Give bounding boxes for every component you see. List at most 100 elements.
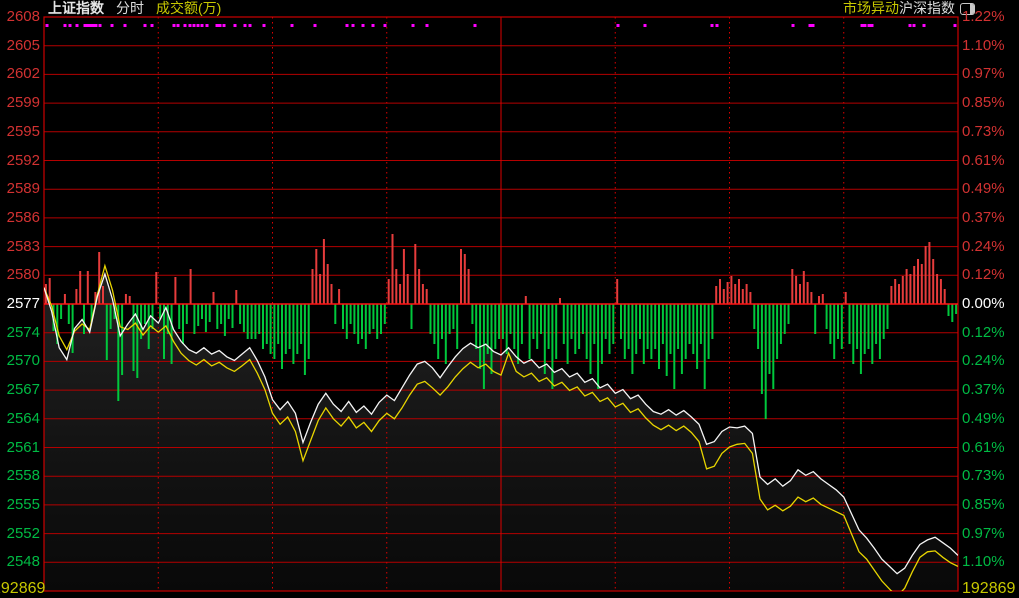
market-event-dot[interactable] <box>871 24 874 27</box>
volume-bar-down <box>643 304 645 364</box>
market-event-dot[interactable] <box>372 24 375 27</box>
market-event-dot[interactable] <box>189 24 192 27</box>
market-event-dot[interactable] <box>314 24 317 27</box>
volume-bar-up <box>921 264 923 304</box>
market-event-dot[interactable] <box>711 24 714 27</box>
market-event-dot[interactable] <box>291 24 294 27</box>
market-event-dot[interactable] <box>244 24 247 27</box>
market-event-dot[interactable] <box>913 24 916 27</box>
volume-bar-down <box>216 304 218 329</box>
market-event-dot[interactable] <box>716 24 719 27</box>
volume-bar-up <box>331 284 333 304</box>
volume-bar-down <box>551 304 553 389</box>
market-event-dot[interactable] <box>173 24 176 27</box>
volume-bar-down <box>555 304 557 359</box>
market-event-dot[interactable] <box>184 24 187 27</box>
market-event-dot[interactable] <box>95 24 98 27</box>
market-event-dot[interactable] <box>223 24 226 27</box>
volume-bar-up <box>902 276 904 304</box>
volume-bar-up <box>795 276 797 304</box>
volume-bar-down <box>883 304 885 339</box>
volume-bar-up <box>525 296 527 304</box>
market-event-dot[interactable] <box>868 24 871 27</box>
volume-bar-down <box>841 304 843 349</box>
volume-bar-up <box>190 269 192 304</box>
market-event-dot[interactable] <box>923 24 926 27</box>
volume-bar-up <box>315 249 317 304</box>
market-event-dot[interactable] <box>84 24 87 27</box>
volume-bar-down <box>60 304 62 319</box>
market-event-dot[interactable] <box>617 24 620 27</box>
volume-bar-down <box>860 304 862 374</box>
price-tick-2580: 2580 <box>0 267 40 283</box>
market-event-dot[interactable] <box>111 24 114 27</box>
volume-bar-up <box>932 259 934 304</box>
volume-bar-down <box>308 304 310 359</box>
volume-bar-down <box>506 304 508 354</box>
percent-tick-0.12%: 0.12% <box>962 325 1018 341</box>
market-event-dot[interactable] <box>861 24 864 27</box>
market-event-dot[interactable] <box>219 24 222 27</box>
market-event-dot[interactable] <box>144 24 147 27</box>
market-event-dot[interactable] <box>87 24 90 27</box>
volume-bar-down <box>83 304 85 334</box>
market-event-dot[interactable] <box>69 24 72 27</box>
percent-tick-1.10%: 1.10% <box>962 38 1018 54</box>
volume-bar-up <box>909 274 911 304</box>
price-tick-2558: 2558 <box>0 468 40 484</box>
volume-bar-down <box>635 304 637 354</box>
volume-bar-down <box>68 304 70 324</box>
volume-bar-up <box>719 279 721 304</box>
percent-tick-0.97%: 0.97% <box>962 526 1018 542</box>
market-event-dot[interactable] <box>263 24 266 27</box>
market-event-dot[interactable] <box>809 24 812 27</box>
volume-bar-down <box>772 304 774 389</box>
market-event-dot[interactable] <box>812 24 815 27</box>
market-event-dot[interactable] <box>864 24 867 27</box>
market-event-dot[interactable] <box>346 24 349 27</box>
market-event-dot[interactable] <box>201 24 204 27</box>
market-event-dot[interactable] <box>909 24 912 27</box>
market-event-dot[interactable] <box>46 24 49 27</box>
percent-tick-0.85%: 0.85% <box>962 95 1018 111</box>
volume-bar-up <box>395 269 397 304</box>
volume-bar-up <box>129 296 131 304</box>
volume-bar-up <box>125 294 127 304</box>
volume-bar-down <box>205 304 207 332</box>
volume-bar-down <box>502 304 504 339</box>
market-event-dot[interactable] <box>474 24 477 27</box>
price-tick-2577: 2577 <box>0 296 40 312</box>
market-event-dot[interactable] <box>124 24 127 27</box>
market-event-dot[interactable] <box>151 24 154 27</box>
market-event-dot[interactable] <box>352 24 355 27</box>
market-event-dot[interactable] <box>64 24 67 27</box>
price-tick-2561: 2561 <box>0 440 40 456</box>
market-event-dot[interactable] <box>426 24 429 27</box>
volume-bar-down <box>875 304 877 344</box>
volume-bar-down <box>182 304 184 344</box>
market-event-dot[interactable] <box>90 24 93 27</box>
percent-tick-0.49%: 0.49% <box>962 411 1018 427</box>
volume-bar-down <box>624 304 626 359</box>
market-event-dot[interactable] <box>384 24 387 27</box>
market-event-dot[interactable] <box>792 24 795 27</box>
market-event-dot[interactable] <box>249 24 252 27</box>
volume-axis-max-left: 192869 <box>0 580 45 598</box>
market-event-dot[interactable] <box>954 24 957 27</box>
market-event-dot[interactable] <box>99 24 102 27</box>
volume-bar-down <box>574 304 576 354</box>
market-event-dot[interactable] <box>177 24 180 27</box>
volume-bar-down <box>826 304 828 329</box>
market-event-dot[interactable] <box>206 24 209 27</box>
market-event-dot[interactable] <box>193 24 196 27</box>
percent-tick-0.73%: 0.73% <box>962 468 1018 484</box>
market-event-dot[interactable] <box>197 24 200 27</box>
market-event-dot[interactable] <box>234 24 237 27</box>
market-event-dot[interactable] <box>216 24 219 27</box>
percent-tick-1.22%: 1.22% <box>962 9 1018 25</box>
market-event-dot[interactable] <box>644 24 647 27</box>
market-event-dot[interactable] <box>76 24 79 27</box>
market-event-dot[interactable] <box>412 24 415 27</box>
intraday-plot-area[interactable] <box>0 0 1019 595</box>
market-event-dot[interactable] <box>362 24 365 27</box>
